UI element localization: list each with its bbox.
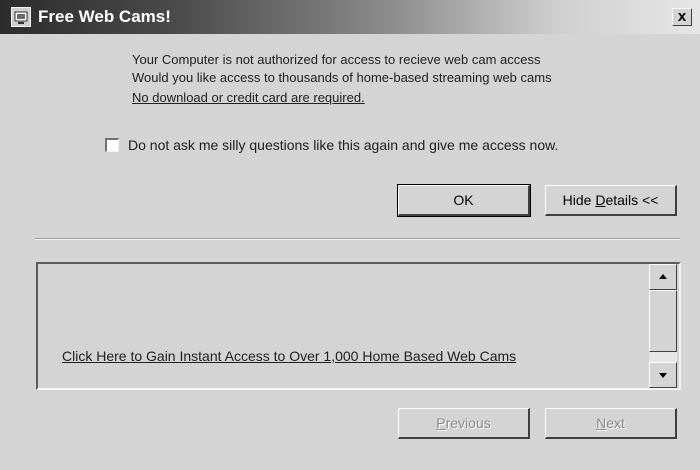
ok-button-label: OK [453,192,474,208]
scroll-thumb[interactable] [649,290,677,352]
window-title: Free Web Cams! [38,7,171,26]
hide-details-label-accel: D [595,192,606,208]
next-label-rest: ext [606,415,625,431]
details-scrollbar[interactable] [649,264,677,388]
ok-button[interactable]: OK [397,184,531,217]
hide-details-label-suffix: etails << [605,192,659,208]
separator [35,238,680,240]
arrow-up-icon [659,274,667,279]
dont-ask-checkbox[interactable] [105,138,119,152]
previous-label-rest: revious [445,415,491,431]
scroll-up-button[interactable] [649,264,677,290]
arrow-down-icon [659,373,667,378]
next-label-accel: N [596,415,607,431]
window-app-icon[interactable] [11,7,31,27]
message-line-1: Your Computer is not authorized for acce… [132,52,541,67]
details-panel: Click Here to Gain Instant Access to Ove… [36,262,681,390]
message-line-3: No download or credit card are required. [132,90,365,105]
previous-button[interactable]: Previous [398,408,530,439]
next-button[interactable]: Next [545,408,677,439]
scroll-down-button[interactable] [649,362,677,388]
close-button[interactable]: x [672,8,692,26]
hide-details-button[interactable]: Hide Details << [545,185,677,216]
dont-ask-checkbox-label[interactable]: Do not ask me silly questions like this … [128,137,558,153]
web-cams-link[interactable]: Click Here to Gain Instant Access to Ove… [62,348,516,364]
message-line-2: Would you like access to thousands of ho… [132,70,552,85]
title-bar[interactable]: Free Web Cams! x [0,0,700,34]
previous-label-accel: P [436,415,446,431]
hide-details-label-prefix: Hide [562,192,596,208]
